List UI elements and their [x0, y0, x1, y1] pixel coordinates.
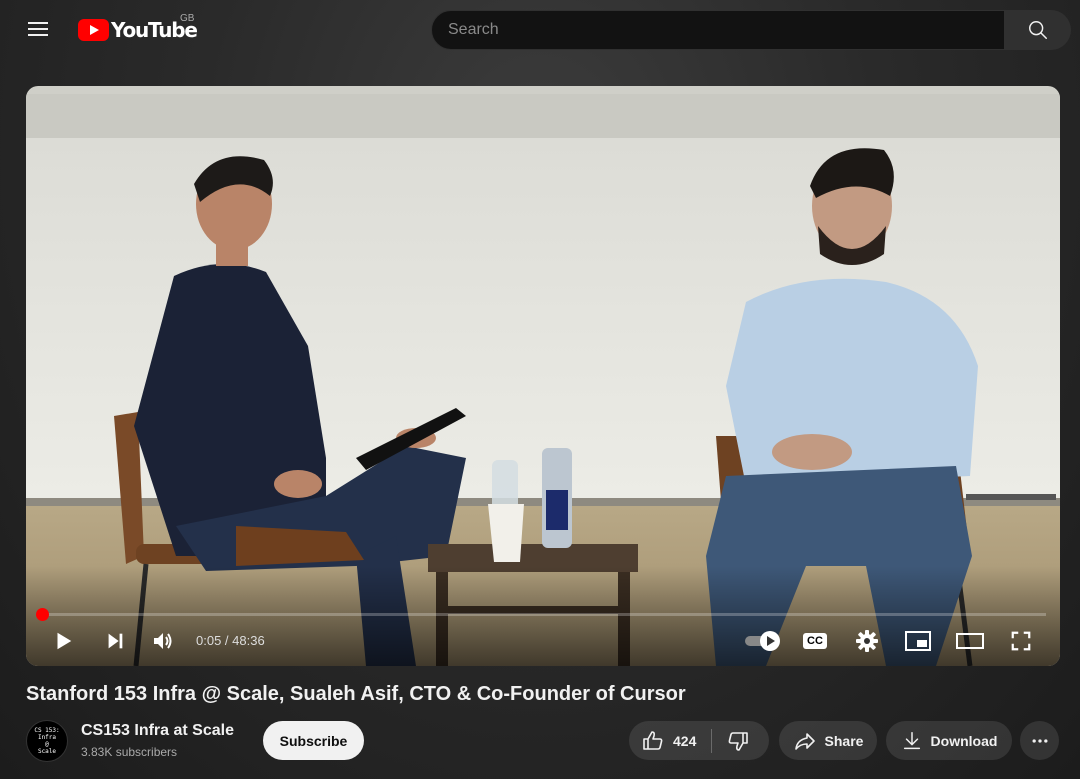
- search-icon: [1029, 21, 1047, 39]
- time-display: 0:05 / 48:36: [196, 633, 265, 648]
- theater-icon: [956, 633, 984, 649]
- search-input[interactable]: [432, 11, 1004, 49]
- next-button[interactable]: [100, 621, 130, 661]
- autoplay-toggle-icon: [745, 631, 780, 651]
- miniplayer-button[interactable]: [902, 621, 934, 661]
- fullscreen-icon: [1011, 631, 1031, 651]
- masthead: YouTube GB: [0, 0, 1080, 60]
- download-icon: [903, 731, 920, 749]
- video-title: Stanford 153 Infra @ Scale, Sualeh Asif,…: [26, 683, 686, 705]
- share-button[interactable]: Share: [779, 721, 877, 760]
- cc-label: CC: [807, 635, 823, 647]
- download-button[interactable]: Download: [886, 721, 1012, 760]
- more-icon: [1032, 738, 1047, 743]
- volume-button[interactable]: [148, 621, 178, 661]
- share-icon: [794, 732, 815, 750]
- channel-avatar[interactable]: CS 153: Infra @ Scale: [26, 720, 68, 762]
- search-button[interactable]: [1005, 10, 1071, 50]
- region-code: GB: [180, 13, 195, 24]
- play-icon: [57, 632, 72, 650]
- autoplay-toggle[interactable]: [742, 621, 784, 661]
- progress-scrubber-handle[interactable]: [35, 608, 49, 621]
- search-box: [431, 10, 1005, 50]
- channel-name[interactable]: CS153 Infra at Scale: [81, 722, 234, 740]
- download-label: Download: [930, 732, 998, 749]
- dislike-button[interactable]: [712, 721, 764, 760]
- youtube-logo[interactable]: YouTube: [78, 17, 198, 43]
- video-player[interactable]: 0:05 / 48:36 CC: [26, 86, 1060, 666]
- settings-icon: [856, 630, 878, 652]
- captions-button[interactable]: CC: [800, 621, 830, 661]
- like-button[interactable]: 424: [629, 721, 696, 760]
- theater-mode-button[interactable]: [954, 621, 986, 661]
- menu-icon[interactable]: [24, 18, 52, 42]
- cc-icon: CC: [803, 633, 827, 649]
- like-dislike-group: 424: [629, 721, 769, 760]
- settings-button[interactable]: [852, 621, 882, 661]
- play-button[interactable]: [48, 621, 78, 661]
- dislike-icon: [728, 731, 749, 751]
- progress-bar[interactable]: [35, 608, 1046, 621]
- youtube-play-logo-icon: [78, 19, 109, 41]
- volume-icon: [154, 633, 172, 649]
- share-label: Share: [824, 732, 864, 749]
- next-icon: [108, 633, 123, 649]
- more-actions-button[interactable]: [1020, 721, 1059, 760]
- fullscreen-button[interactable]: [1006, 621, 1036, 661]
- miniplayer-icon: [905, 631, 931, 651]
- video-frame: [26, 86, 1060, 666]
- channel-avatar-text: CS 153: Infra @ Scale: [34, 727, 60, 755]
- subscriber-count: 3.83K subscribers: [81, 745, 178, 759]
- subscribe-button[interactable]: Subscribe: [263, 721, 364, 760]
- player-controls: 0:05 / 48:36 CC: [26, 621, 1060, 661]
- like-icon: [643, 730, 663, 750]
- like-count: 424: [673, 732, 697, 749]
